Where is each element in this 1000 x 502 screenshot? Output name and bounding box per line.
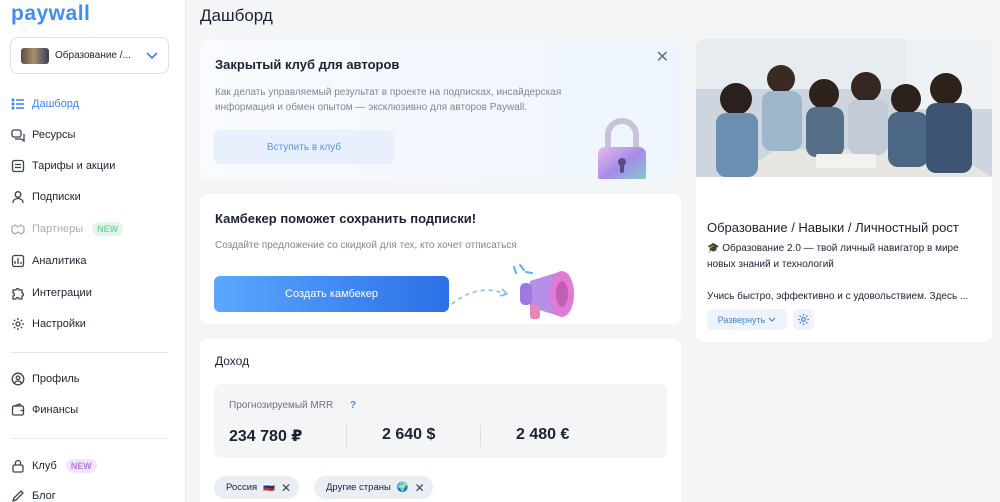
new-badge: NEW: [92, 222, 124, 236]
new-badge: NEW: [65, 459, 97, 473]
project-card: Образование / Навыки / Личностный рост 🎓…: [696, 39, 992, 342]
club-card-text: Как делать управляемый результат в проек…: [215, 87, 562, 113]
document-icon: [10, 158, 26, 174]
sidebar-item-club[interactable]: Клуб NEW: [10, 457, 97, 475]
mrr-value-usd: 2 640 $: [382, 426, 436, 443]
sidebar-item-integrations[interactable]: Интеграции: [10, 284, 92, 302]
sidebar-item-label: Ресурсы: [32, 129, 76, 141]
chevron-down-icon: [146, 51, 158, 59]
mrr-label: Прогнозируемый MRR: [229, 400, 334, 411]
profile-icon: [10, 371, 26, 387]
globe-icon: 🌍: [396, 482, 409, 493]
project-card-description-2: Учись быстро, эффективно и с удовольстви…: [707, 291, 969, 302]
mrr-value-rub: 234 780 ₽: [229, 428, 303, 445]
chip-label: Другие страны: [326, 482, 391, 493]
help-icon[interactable]: ?: [350, 400, 356, 411]
puzzle-icon: [10, 285, 26, 301]
expand-label: Развернуть: [717, 314, 766, 325]
sidebar-item-label: Подписки: [32, 191, 81, 203]
project-thumbnail: [21, 47, 49, 64]
sidebar-item-blog[interactable]: Блог: [10, 487, 56, 502]
project-card-description: 🎓 Образование 2.0 — твой личный навигато…: [707, 243, 959, 270]
chevron-down-icon: [768, 317, 776, 322]
user-icon: [10, 189, 26, 205]
chip-label: Россия: [226, 482, 258, 493]
sidebar-item-label: Настройки: [32, 318, 86, 330]
filter-chip-other-countries[interactable]: Другие страны 🌍 ✕: [314, 476, 433, 499]
divider: [10, 352, 168, 353]
divider: [346, 425, 347, 447]
comeback-card: Камбекер поможет сохранить подписки! Соз…: [200, 194, 681, 324]
wallet-icon: [10, 402, 26, 418]
close-icon[interactable]: ✕: [415, 481, 425, 495]
chat-icon: [10, 127, 26, 143]
sidebar-item-finances[interactable]: Финансы: [10, 401, 78, 419]
megaphone-illustration: [451, 264, 574, 319]
divider: [10, 438, 168, 439]
handshake-icon: [10, 221, 26, 237]
sidebar-item-label: Блог: [32, 490, 56, 502]
sidebar-item-label: Профиль: [32, 373, 80, 385]
club-card-title: Закрытый клуб для авторов: [215, 57, 400, 72]
sidebar-item-resources[interactable]: Ресурсы: [10, 126, 75, 144]
sidebar-item-analytics[interactable]: Аналитика: [10, 252, 86, 270]
income-card: Доход Прогнозируемый MRR ? 234 780 ₽ 2 6…: [200, 339, 681, 502]
sidebar-item-partners[interactable]: Партнеры NEW: [10, 220, 124, 238]
project-cover-image: [696, 39, 992, 177]
pen-icon: [10, 488, 26, 502]
divider: [480, 425, 481, 447]
project-card-title: Образование / Навыки / Личностный рост: [707, 220, 959, 235]
chart-icon: [10, 253, 26, 269]
project-name: Образование /...: [55, 50, 131, 61]
gear-icon: [10, 316, 26, 332]
comeback-card-text: Создайте предложение со скидкой для тех,…: [215, 240, 517, 251]
sidebar-item-profile[interactable]: Профиль: [10, 370, 80, 388]
sidebar-item-label: Клуб: [32, 460, 57, 472]
lock-icon: [10, 458, 26, 474]
list-icon: [10, 96, 26, 112]
filter-chip-russia[interactable]: Россия 🇷🇺 ✕: [214, 476, 300, 499]
flag-icon: 🇷🇺: [263, 482, 275, 493]
settings-button[interactable]: [793, 309, 814, 330]
comeback-card-title: Камбекер поможет сохранить подписки!: [215, 211, 477, 226]
sidebar-item-settings[interactable]: Настройки: [10, 315, 86, 333]
join-club-button[interactable]: Вступить в клуб: [214, 130, 394, 164]
sidebar-item-label: Финансы: [32, 404, 79, 416]
sidebar-item-label: Партнеры: [32, 223, 84, 235]
sidebar-item-subscriptions[interactable]: Подписки: [10, 188, 81, 206]
gear-icon: [797, 313, 810, 326]
club-card: Закрытый клуб для авторов Как делать упр…: [200, 39, 681, 179]
sidebar-item-label: Интеграции: [32, 287, 92, 299]
sidebar-item-dashboard[interactable]: Дашборд: [10, 95, 79, 113]
income-title: Доход: [215, 354, 250, 368]
mrr-panel: Прогнозируемый MRR ? 234 780 ₽ 2 640 $ 2…: [214, 384, 667, 458]
sidebar-item-label: Дашборд: [32, 98, 80, 110]
close-icon[interactable]: ✕: [281, 481, 291, 495]
create-comeback-button[interactable]: Создать камбекер: [214, 276, 449, 312]
expand-button[interactable]: Развернуть: [707, 309, 787, 330]
project-selector[interactable]: Образование /...: [10, 37, 169, 74]
mrr-value-eur: 2 480 €: [516, 426, 570, 443]
sidebar-item-tariffs[interactable]: Тарифы и акции: [10, 157, 115, 175]
padlock-illustration: [598, 118, 646, 179]
logo[interactable]: paywall: [11, 2, 90, 26]
sidebar-item-label: Аналитика: [32, 255, 87, 267]
sidebar: paywall Образование /... Дашборд Ресурсы…: [0, 0, 186, 502]
sidebar-item-label: Тарифы и акции: [32, 160, 116, 172]
close-icon[interactable]: ✕: [656, 50, 669, 66]
page-title: Дашборд: [200, 6, 273, 25]
